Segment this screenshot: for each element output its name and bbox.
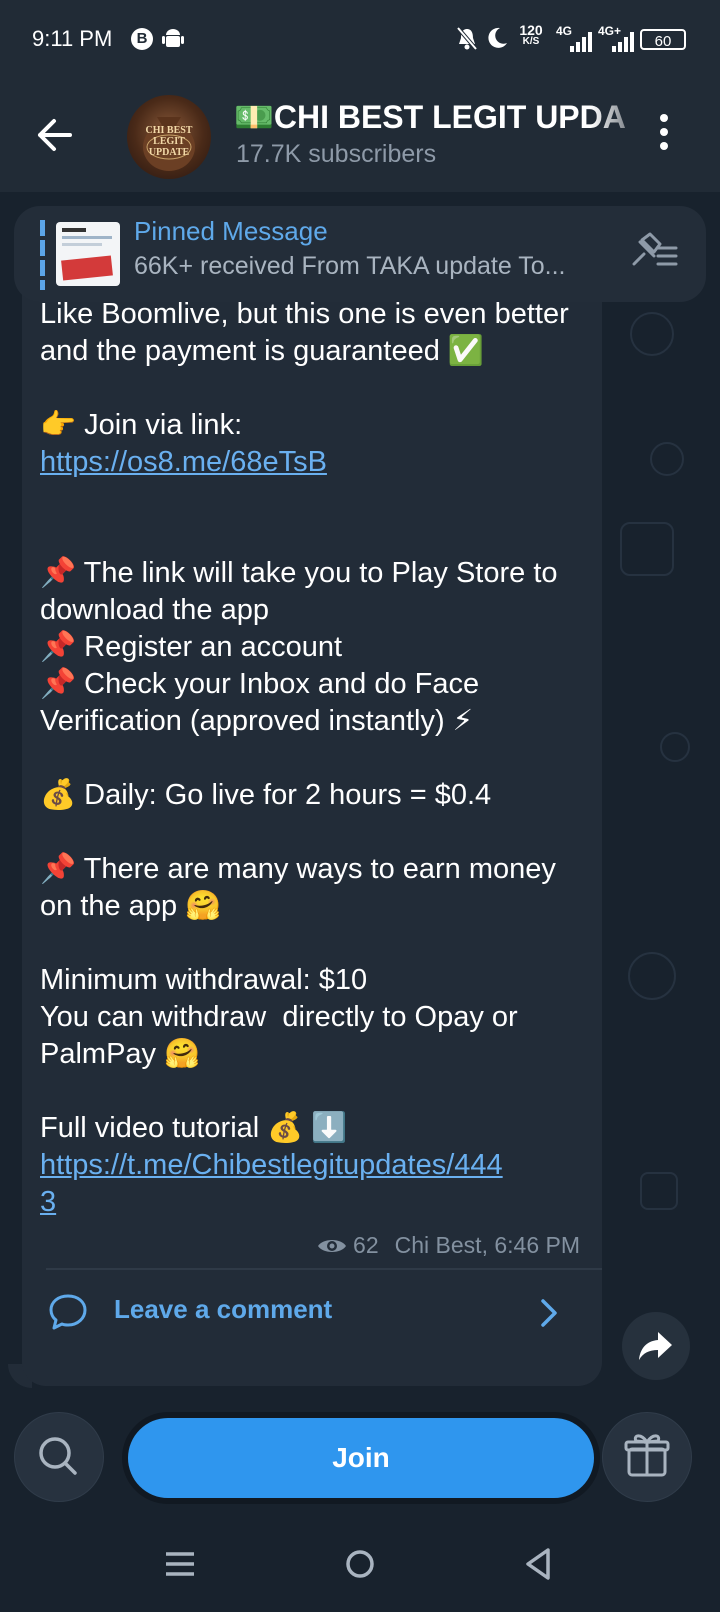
channel-title[interactable]: 💵CHI BEST LEGIT UPDA — [234, 98, 654, 136]
moon-icon — [488, 27, 507, 48]
doodle — [620, 522, 674, 576]
home-icon[interactable] — [340, 1544, 380, 1584]
thumb-line — [62, 243, 102, 246]
doodle — [628, 952, 676, 1000]
pinned-preview: 66K+ received From TAKA update To... — [134, 252, 566, 280]
subscriber-count: 17.7K subscribers — [236, 140, 437, 168]
pin-list-icon[interactable] — [628, 228, 682, 278]
message-bubble[interactable]: Like Boomlive, but this one is even bett… — [22, 282, 602, 1386]
message-intro: Like Boomlive, but this one is even bett… — [40, 298, 569, 441]
share-button[interactable] — [622, 1312, 690, 1380]
net-speed-value: 120 — [519, 22, 543, 38]
signal-icon — [570, 32, 592, 52]
status-bar: 9:11 PM B 120 K/S 4G 4G+ 60 — [0, 0, 720, 80]
join-button[interactable]: Join — [128, 1418, 594, 1498]
eye-icon — [318, 1239, 347, 1252]
message-text[interactable]: Like Boomlive, but this one is even bett… — [40, 296, 596, 1221]
pinned-title: Pinned Message — [134, 216, 328, 246]
android-icon — [162, 29, 184, 47]
signal-icon-2 — [612, 32, 634, 52]
thumb-tag — [61, 255, 113, 281]
doodle — [640, 1172, 678, 1210]
divider — [46, 1268, 602, 1270]
back-nav-icon[interactable] — [518, 1544, 558, 1584]
doodle — [660, 732, 690, 762]
doodle — [650, 442, 684, 476]
pinned-indicator — [40, 220, 45, 290]
author-time: Chi Best, 6:46 PM — [394, 1232, 580, 1258]
battery-indicator: 60 — [640, 29, 686, 50]
gift-icon — [624, 1434, 670, 1477]
share-arrow-icon — [639, 1332, 672, 1360]
search-icon — [39, 1437, 77, 1475]
search-button[interactable] — [14, 1412, 104, 1502]
join-link[interactable]: https://os8.me/68eTsB — [40, 444, 596, 481]
leave-comment-label: Leave a comment — [114, 1294, 333, 1324]
gift-button[interactable] — [602, 1412, 692, 1502]
net-speed: 120 K/S — [516, 22, 546, 48]
thumb-line — [62, 228, 86, 232]
more-vertical-icon[interactable] — [654, 114, 674, 160]
leave-comment-button[interactable]: Leave a comment — [22, 1272, 602, 1354]
chat-bubble-icon — [49, 1294, 87, 1330]
thumb-line — [62, 236, 112, 239]
tutorial-link[interactable]: https://t.me/Chibestlegitupdates/4443 — [40, 1147, 510, 1221]
bell-off-icon — [456, 26, 478, 51]
arrow-left-icon[interactable] — [30, 110, 80, 160]
recent-apps-icon[interactable] — [160, 1544, 200, 1584]
message-meta: 62 Chi Best, 6:46 PM — [317, 1232, 580, 1259]
view-count: 62 — [353, 1232, 379, 1258]
pinned-message-bar[interactable]: Pinned Message 66K+ received From TAKA u… — [14, 206, 706, 302]
b-app-icon: B — [131, 28, 153, 50]
status-time: 9:11 PM — [32, 26, 113, 51]
chevron-right-icon — [541, 1299, 557, 1327]
message-body: 📌 The link will take you to Play Store t… — [40, 557, 558, 1144]
doodle — [630, 312, 674, 356]
pinned-thumbnail — [56, 222, 120, 286]
channel-avatar[interactable]: CHI BEST LEGIT UPDATE — [127, 95, 211, 179]
channel-header: CHI BEST LEGIT UPDATE 💵CHI BEST LEGIT UP… — [0, 80, 720, 192]
avatar-text: CHI BEST LEGIT UPDATE — [145, 125, 193, 158]
